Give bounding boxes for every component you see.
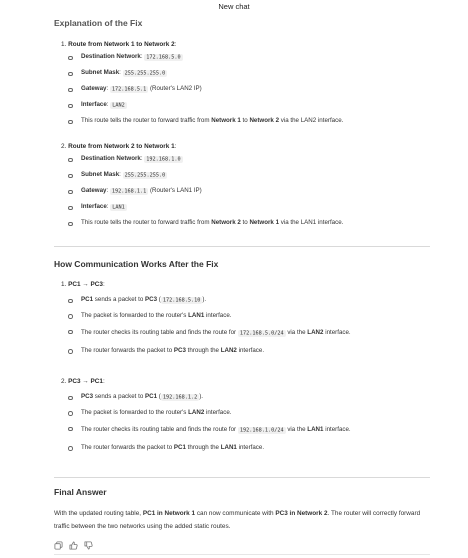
route-block-1: 1. Route from Network 1 to Network 2: De… [54, 40, 430, 126]
flow-heading-1: 1. PC1 → PC3: [61, 281, 105, 288]
list-item: The router forwards the packet to PC1 th… [54, 444, 430, 453]
list-item: The router checks its routing table and … [54, 424, 430, 437]
list-item: Destination Network: 192.168.1.0 [54, 155, 430, 164]
divider [54, 246, 430, 247]
list-item: Subnet Mask: 255.255.255.0 [54, 171, 430, 180]
list-item: The router forwards the packet to PC3 th… [54, 347, 430, 356]
list-item: This route tells the router to forward t… [54, 219, 430, 228]
list-item: The router checks its routing table and … [54, 327, 430, 340]
list-item: Gateway: 192.168.1.1 (Router's LAN1 IP) [54, 187, 430, 196]
route-heading-2: 2. Route from Network 2 to Network 1: [61, 143, 177, 150]
window-title: New chat [218, 2, 250, 11]
list-item: Destination Network: 172.168.5.0 [54, 53, 430, 62]
list-item: Interface: LAN1 [54, 203, 430, 212]
message-actions [54, 541, 93, 550]
divider [54, 477, 430, 478]
divider [54, 554, 430, 555]
list-item: Subnet Mask: 255.255.255.0 [54, 69, 430, 78]
list-item: The packet is forwarded to the router's … [54, 312, 430, 321]
list-item: This route tells the router to forward t… [54, 117, 430, 126]
list-item: PC1 sends a packet to PC3 (172.168.5.10)… [54, 296, 430, 305]
copy-icon[interactable] [54, 541, 63, 550]
route-block-2: 2. Route from Network 2 to Network 1: De… [54, 142, 430, 228]
section-title-final-answer: Final Answer [54, 487, 107, 497]
list-item: Gateway: 172.168.5.1 (Router's LAN2 IP) [54, 85, 430, 94]
list-item: PC3 sends a packet to PC1 (192.168.1.2). [54, 393, 430, 402]
flow-block-2: 2. PC3 → PC1: PC3 sends a packet to PC1 … [54, 377, 430, 452]
section-title-communication: How Communication Works After the Fix [54, 259, 219, 269]
thumbs-up-icon[interactable] [69, 541, 78, 550]
final-answer-text: With the updated routing table, PC1 in N… [54, 510, 421, 530]
flow-block-1: 1. PC1 → PC3: PC1 sends a packet to PC3 … [54, 280, 430, 355]
flow-heading-2: 2. PC3 → PC1: [61, 378, 105, 385]
thumbs-down-icon[interactable] [84, 541, 93, 550]
route-heading-1: 1. Route from Network 1 to Network 2: [61, 41, 177, 48]
list-item: Interface: LAN2 [54, 101, 430, 110]
list-item: The packet is forwarded to the router's … [54, 409, 430, 418]
section-title-explanation: Explanation of the Fix [54, 18, 143, 28]
